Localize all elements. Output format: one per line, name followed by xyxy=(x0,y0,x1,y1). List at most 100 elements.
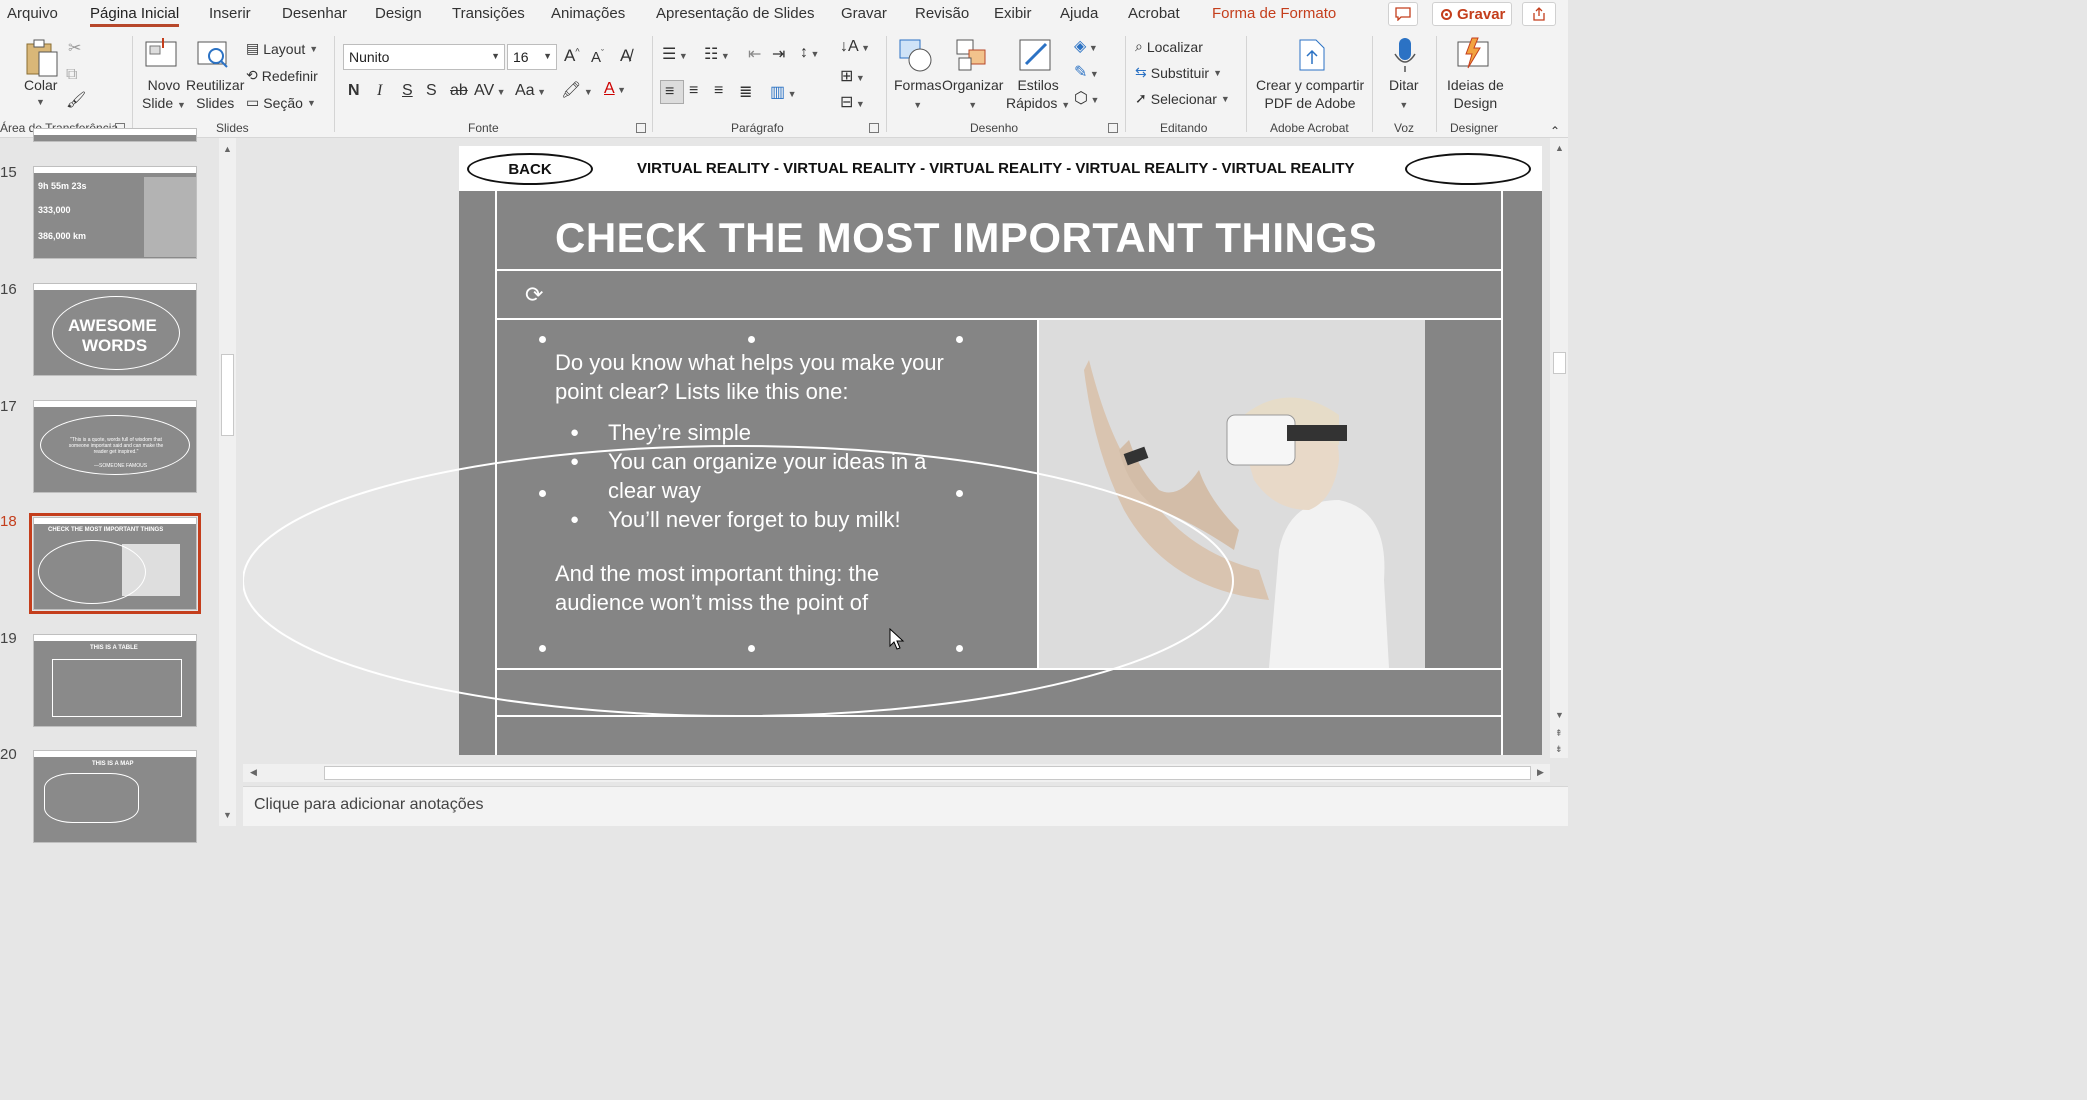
italic-button[interactable]: I xyxy=(377,82,382,100)
scrollbar-thumb[interactable] xyxy=(221,354,234,436)
rotate-handle-icon[interactable]: ⟳ xyxy=(525,282,543,308)
menu-revisao[interactable]: Revisão xyxy=(915,5,969,22)
comments-button[interactable] xyxy=(1388,2,1418,26)
copy-icon[interactable]: ⧉ xyxy=(66,66,77,84)
select-button[interactable]: ➚ Selecionar ▼ xyxy=(1135,90,1230,107)
scroll-down-icon[interactable]: ▼ xyxy=(1555,710,1564,720)
section-button[interactable]: ▭ Seção ▼ xyxy=(246,94,316,111)
previous-slide-icon[interactable]: ⇞ xyxy=(1555,728,1563,739)
align-text-icon[interactable]: ⊞ ▼ xyxy=(840,66,865,86)
menu-desenhar[interactable]: Desenhar xyxy=(282,5,347,22)
quick-styles-button[interactable] xyxy=(1018,38,1054,79)
menu-inserir[interactable]: Inserir xyxy=(209,5,251,22)
shape-fill-icon[interactable]: ◈ ▼ xyxy=(1074,36,1098,56)
columns-icon[interactable]: ▥ ▼ xyxy=(770,82,797,102)
resize-handle[interactable] xyxy=(748,336,755,343)
shapes-button[interactable] xyxy=(898,38,934,79)
menu-forma-de-formato[interactable]: Forma de Formato xyxy=(1212,5,1336,22)
menu-pagina-inicial[interactable]: Página Inicial xyxy=(90,5,180,27)
layout-button[interactable]: ▤ Layout ▼ xyxy=(246,40,318,57)
numbering-icon[interactable]: ☷ ▼ xyxy=(704,44,730,64)
clear-format-icon[interactable]: A̸ xyxy=(620,46,631,66)
menu-acrobat[interactable]: Acrobat xyxy=(1128,5,1180,22)
align-right-icon[interactable]: ≡ xyxy=(714,82,723,100)
scrollbar-thumb[interactable] xyxy=(1553,352,1566,374)
font-name-combo[interactable]: Nunito ▼ xyxy=(343,44,505,70)
highlight-color-icon[interactable]: 🖍 ▼ xyxy=(561,80,593,100)
line-spacing-icon[interactable]: ↕ ▼ xyxy=(800,44,819,62)
scroll-right-icon[interactable]: ▶ xyxy=(1537,767,1544,778)
justify-icon[interactable]: ≣ xyxy=(739,82,752,102)
next-slide-icon[interactable]: ⇟ xyxy=(1555,744,1563,755)
cut-icon[interactable]: ✂ xyxy=(68,38,81,58)
resize-handle[interactable] xyxy=(539,336,546,343)
decrease-indent-icon[interactable]: ⇤ xyxy=(748,44,761,64)
paragraph-launcher[interactable] xyxy=(869,123,879,133)
smartart-icon[interactable]: ⊟ ▼ xyxy=(840,92,865,112)
find-button[interactable]: ⌕ Localizar xyxy=(1135,38,1203,55)
reset-button[interactable]: ⟲ Redefinir xyxy=(246,67,318,84)
menu-transicoes[interactable]: Transições xyxy=(452,5,525,22)
shape-effects-icon[interactable]: ⬡ ▼ xyxy=(1074,88,1099,108)
share-button[interactable] xyxy=(1522,2,1556,26)
horizontal-scrollbar[interactable]: ◀ ▶ xyxy=(243,764,1550,782)
resize-handle[interactable] xyxy=(539,490,546,497)
shadow-button[interactable]: S xyxy=(426,82,437,100)
resize-handle[interactable] xyxy=(956,645,963,652)
resize-handle[interactable] xyxy=(956,490,963,497)
bold-button[interactable]: N xyxy=(348,82,360,100)
selected-ellipse-shape[interactable] xyxy=(243,138,1550,758)
thumbnail-15[interactable]: 9h 55m 23s 333,000 386,000 km xyxy=(33,166,197,259)
format-painter-icon[interactable]: 🖌 xyxy=(66,90,86,110)
menu-ajuda[interactable]: Ajuda xyxy=(1060,5,1098,22)
menu-design[interactable]: Design xyxy=(375,5,422,22)
grow-font-icon[interactable]: A^ xyxy=(564,46,580,66)
shape-outline-icon[interactable]: ✎ ▼ xyxy=(1074,62,1099,82)
menu-apresentacao[interactable]: Apresentação de Slides xyxy=(656,5,814,22)
menu-gravar[interactable]: Gravar xyxy=(841,5,887,22)
menu-arquivo[interactable]: Arquivo xyxy=(7,5,58,22)
font-size-combo[interactable]: 16 ▼ xyxy=(507,44,557,70)
design-ideas-button[interactable] xyxy=(1456,36,1492,77)
replace-button[interactable]: ⇆ Substituir ▼ xyxy=(1135,64,1222,81)
font-launcher[interactable] xyxy=(636,123,646,133)
paste-dropdown-icon[interactable]: ▼ xyxy=(36,97,45,107)
thumbnail-18-selected[interactable]: CHECK THE MOST IMPORTANT THINGS xyxy=(29,513,201,614)
thumbnail-14[interactable] xyxy=(33,128,197,142)
create-pdf-button[interactable] xyxy=(1296,38,1328,77)
font-color-icon[interactable]: A ▼ xyxy=(604,80,626,98)
dictate-button[interactable] xyxy=(1393,36,1417,81)
thumbnail-16[interactable]: AWESOME WORDS xyxy=(33,283,197,376)
reuse-slides-button[interactable] xyxy=(196,38,230,75)
thumbnail-scrollbar[interactable]: ▲ ▼ xyxy=(219,138,236,826)
thumbnail-19[interactable]: THIS IS A TABLE xyxy=(33,634,197,727)
thumbnail-17[interactable]: "This is a quote, words full of wisdom t… xyxy=(33,400,197,493)
scroll-up-icon[interactable]: ▲ xyxy=(1555,143,1564,153)
scroll-left-icon[interactable]: ◀ xyxy=(250,767,257,778)
increase-indent-icon[interactable]: ⇥ xyxy=(772,44,785,64)
strikethrough-button[interactable]: ab xyxy=(450,82,468,100)
scroll-up-icon[interactable]: ▲ xyxy=(223,144,232,154)
underline-button[interactable]: S xyxy=(402,82,413,100)
menu-exibir[interactable]: Exibir xyxy=(994,5,1032,22)
record-button[interactable]: Gravar xyxy=(1432,2,1512,26)
char-spacing-button[interactable]: AV ▼ xyxy=(474,82,506,100)
align-left-button[interactable]: ≡ xyxy=(660,80,684,104)
shrink-font-icon[interactable]: Aˇ xyxy=(591,48,604,66)
scroll-down-icon[interactable]: ▼ xyxy=(223,810,232,820)
resize-handle[interactable] xyxy=(748,645,755,652)
scrollbar-thumb[interactable] xyxy=(324,766,1531,780)
align-center-icon[interactable]: ≡ xyxy=(689,82,698,100)
resize-handle[interactable] xyxy=(956,336,963,343)
resize-handle[interactable] xyxy=(539,645,546,652)
arrange-button[interactable] xyxy=(955,38,991,79)
vertical-scrollbar[interactable]: ▲ ▼ ⇞ ⇟ xyxy=(1550,138,1568,758)
drawing-launcher[interactable] xyxy=(1108,123,1118,133)
change-case-button[interactable]: Aa ▼ xyxy=(515,82,546,100)
notes-pane[interactable]: Clique para adicionar anotações xyxy=(243,786,1568,826)
collapse-ribbon-icon[interactable]: ⌃ xyxy=(1550,124,1560,138)
new-slide-button[interactable] xyxy=(144,38,178,75)
menu-animacoes[interactable]: Animações xyxy=(551,5,625,22)
text-direction-icon[interactable]: ↓A ▼ xyxy=(840,38,870,56)
thumbnail-20[interactable]: THIS IS A MAP xyxy=(33,750,197,843)
